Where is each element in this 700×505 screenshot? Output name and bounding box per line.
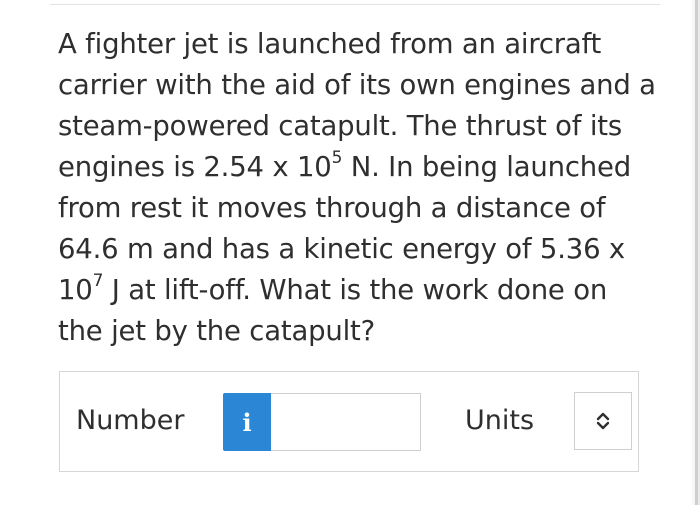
answer-box: Number i Units xyxy=(59,371,639,472)
scrollbar-edge xyxy=(690,0,700,505)
exponent-2: 7 xyxy=(92,270,104,291)
question-text-part-3: J at lift-off. What is the work done on … xyxy=(58,274,608,347)
exponent-1: 5 xyxy=(331,147,343,168)
number-input[interactable] xyxy=(271,393,421,451)
question-text: A fighter jet is launched from an aircra… xyxy=(58,24,658,352)
units-select[interactable] xyxy=(574,392,632,450)
divider xyxy=(50,4,660,5)
chevron-up-down-icon xyxy=(596,412,610,430)
number-label: Number xyxy=(76,405,185,436)
page: A fighter jet is launched from an aircra… xyxy=(0,0,700,505)
scrollbar-track xyxy=(695,0,698,505)
units-label: Units xyxy=(465,405,535,436)
info-icon: i xyxy=(242,407,252,437)
info-button[interactable]: i xyxy=(223,393,271,451)
question-card: A fighter jet is launched from an aircra… xyxy=(0,0,688,505)
